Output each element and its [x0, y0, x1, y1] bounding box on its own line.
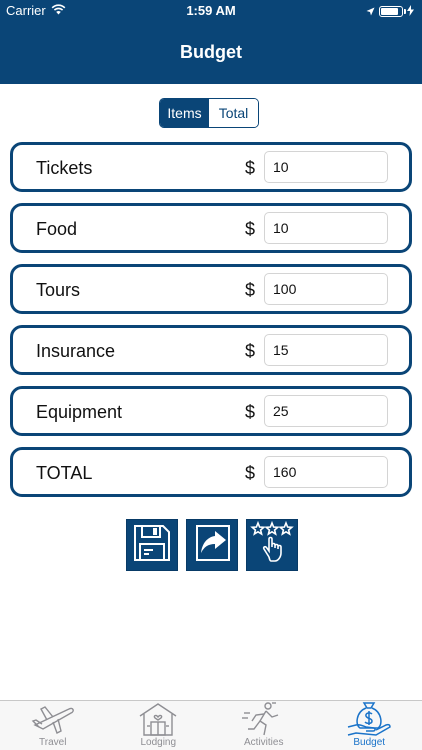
- status-right: [366, 4, 414, 19]
- page-title: Budget: [180, 42, 242, 62]
- share-icon: [191, 522, 233, 569]
- rate-button[interactable]: [246, 519, 298, 571]
- tours-amount-field[interactable]: [264, 273, 388, 305]
- items-total-segmented-control[interactable]: Items Total: [159, 98, 259, 128]
- currency-symbol: $: [245, 341, 256, 361]
- currency-symbol: $: [245, 463, 256, 483]
- budget-row-equipment: Equipment $: [10, 386, 412, 436]
- row-label: Equipment: [36, 402, 123, 422]
- tab-lodging[interactable]: Lodging: [106, 701, 212, 750]
- insurance-amount-field[interactable]: [264, 334, 388, 366]
- share-button[interactable]: [186, 519, 238, 571]
- currency-symbol: $: [245, 158, 256, 178]
- tab-label: Lodging: [140, 737, 177, 748]
- budget-items-list: Tickets $ Food $ Tours $ Insurance $ Equ…: [10, 142, 412, 508]
- currency-symbol: $: [245, 219, 256, 239]
- currency-symbol: $: [245, 402, 256, 422]
- rate-icon: [250, 520, 294, 570]
- tab-activities[interactable]: Activities: [211, 701, 317, 750]
- total-amount-field[interactable]: [264, 456, 388, 488]
- save-icon: [131, 522, 173, 569]
- tickets-amount-field[interactable]: [264, 151, 388, 183]
- battery-level: [381, 8, 399, 15]
- airplane-icon: [31, 702, 75, 736]
- tab-budget[interactable]: Budget: [317, 701, 422, 750]
- food-amount-field[interactable]: [264, 212, 388, 244]
- row-label: Insurance: [36, 341, 116, 361]
- budget-row-food: Food $: [10, 203, 412, 253]
- budget-row-tickets: Tickets $: [10, 142, 412, 192]
- tab-label: Activities: [244, 737, 284, 748]
- segment-total[interactable]: Total: [209, 99, 258, 127]
- currency-symbol: $: [245, 280, 256, 300]
- budget-row-insurance: Insurance $: [10, 325, 412, 375]
- segment-items[interactable]: Items: [160, 99, 209, 127]
- action-buttons: [126, 519, 298, 571]
- tab-label: Budget: [353, 737, 386, 748]
- runner-icon: [241, 702, 286, 736]
- row-label: TOTAL: [36, 463, 93, 483]
- status-time: 1:59 AM: [186, 3, 236, 18]
- equipment-amount-field[interactable]: [264, 395, 388, 427]
- battery-icon: [379, 6, 406, 17]
- row-label: Tours: [36, 280, 81, 300]
- house-icon: [136, 702, 180, 736]
- navigation-header: Carrier 1:59 AM Budget: [0, 0, 422, 84]
- row-label: Tickets: [36, 158, 93, 178]
- status-bar: Carrier 1:59 AM: [0, 0, 422, 22]
- budget-row-tours: Tours $: [10, 264, 412, 314]
- tab-label: Travel: [39, 737, 67, 748]
- row-label: Food: [36, 219, 78, 239]
- location-icon: [366, 4, 375, 19]
- charging-icon: [407, 4, 414, 19]
- tab-bar: Travel Lodging Activities Budget: [0, 700, 422, 750]
- save-button[interactable]: [126, 519, 178, 571]
- budget-row-total: TOTAL $: [10, 447, 412, 497]
- tab-travel[interactable]: Travel: [0, 701, 106, 750]
- money-bag-icon: [346, 702, 392, 736]
